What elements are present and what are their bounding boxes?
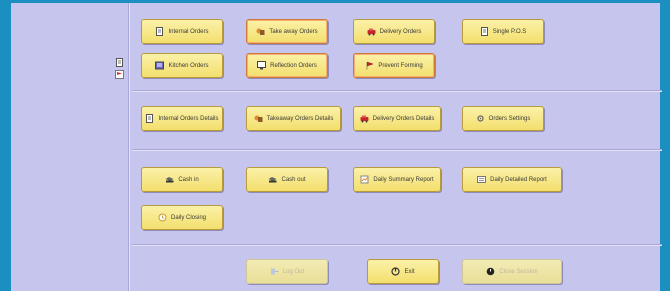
- daily-summary-report-button[interactable]: Daily Summary Report: [353, 167, 441, 192]
- section-divider: [132, 244, 662, 246]
- delivery-orders-details-button[interactable]: Delivery Orders Details: [353, 106, 441, 131]
- daily-detailed-report-button[interactable]: Daily Detailed Report: [462, 167, 562, 192]
- document-icon: [156, 27, 164, 36]
- cash-in-button[interactable]: Cash in: [141, 167, 223, 192]
- window-frame: Internal Orders Take away Orders Deliver…: [0, 0, 670, 291]
- close-session-button[interactable]: Close Session: [462, 259, 562, 284]
- reflection-orders-button[interactable]: Reflection Orders: [246, 53, 328, 78]
- flag-icon[interactable]: [115, 70, 124, 79]
- power-icon: [487, 267, 495, 276]
- main-panel: Internal Orders Take away Orders Deliver…: [11, 3, 662, 291]
- log-out-button[interactable]: Log Out: [246, 259, 328, 284]
- clock-icon: [158, 213, 167, 222]
- cash-drawer-icon: [165, 177, 174, 183]
- document-icon: [146, 114, 154, 123]
- kitchen-icon: [155, 61, 165, 70]
- car-icon: [360, 115, 369, 123]
- kitchen-orders-button[interactable]: Kitchen Orders: [141, 53, 223, 78]
- delivery-orders-button[interactable]: Delivery Orders: [353, 19, 435, 44]
- takeaway-icon: [256, 28, 265, 35]
- settings-icon: [477, 115, 484, 122]
- prevent-forming-button[interactable]: Prevent Forming: [353, 53, 435, 78]
- report-icon: [360, 175, 369, 184]
- exit-icon: [391, 267, 401, 276]
- internal-orders-details-button[interactable]: Internal Orders Details: [141, 106, 223, 131]
- exit-button[interactable]: Exit: [367, 259, 439, 284]
- logout-icon: [270, 268, 279, 275]
- takeaway-icon: [254, 115, 263, 122]
- takeaway-orders-details-button[interactable]: Takeaway Orders Details: [246, 106, 341, 131]
- section-divider: [132, 149, 662, 151]
- report-icon: [477, 176, 487, 183]
- takeaway-orders-button[interactable]: Take away Orders: [246, 19, 328, 44]
- document-icon: [480, 27, 488, 36]
- orders-settings-button[interactable]: Orders Settings: [462, 106, 544, 131]
- document-icon[interactable]: [115, 58, 124, 67]
- single-pos-button[interactable]: Single P.O.S: [462, 19, 544, 44]
- monitor-icon: [257, 61, 267, 70]
- section-divider: [132, 90, 662, 92]
- cash-out-button[interactable]: Cash out: [246, 167, 328, 192]
- daily-closing-button[interactable]: Daily Closing: [141, 205, 223, 230]
- flag-icon: [367, 61, 375, 70]
- vertical-divider: [128, 3, 130, 291]
- cash-drawer-icon: [268, 177, 277, 183]
- car-icon: [367, 28, 376, 36]
- internal-orders-button[interactable]: Internal Orders: [141, 19, 223, 44]
